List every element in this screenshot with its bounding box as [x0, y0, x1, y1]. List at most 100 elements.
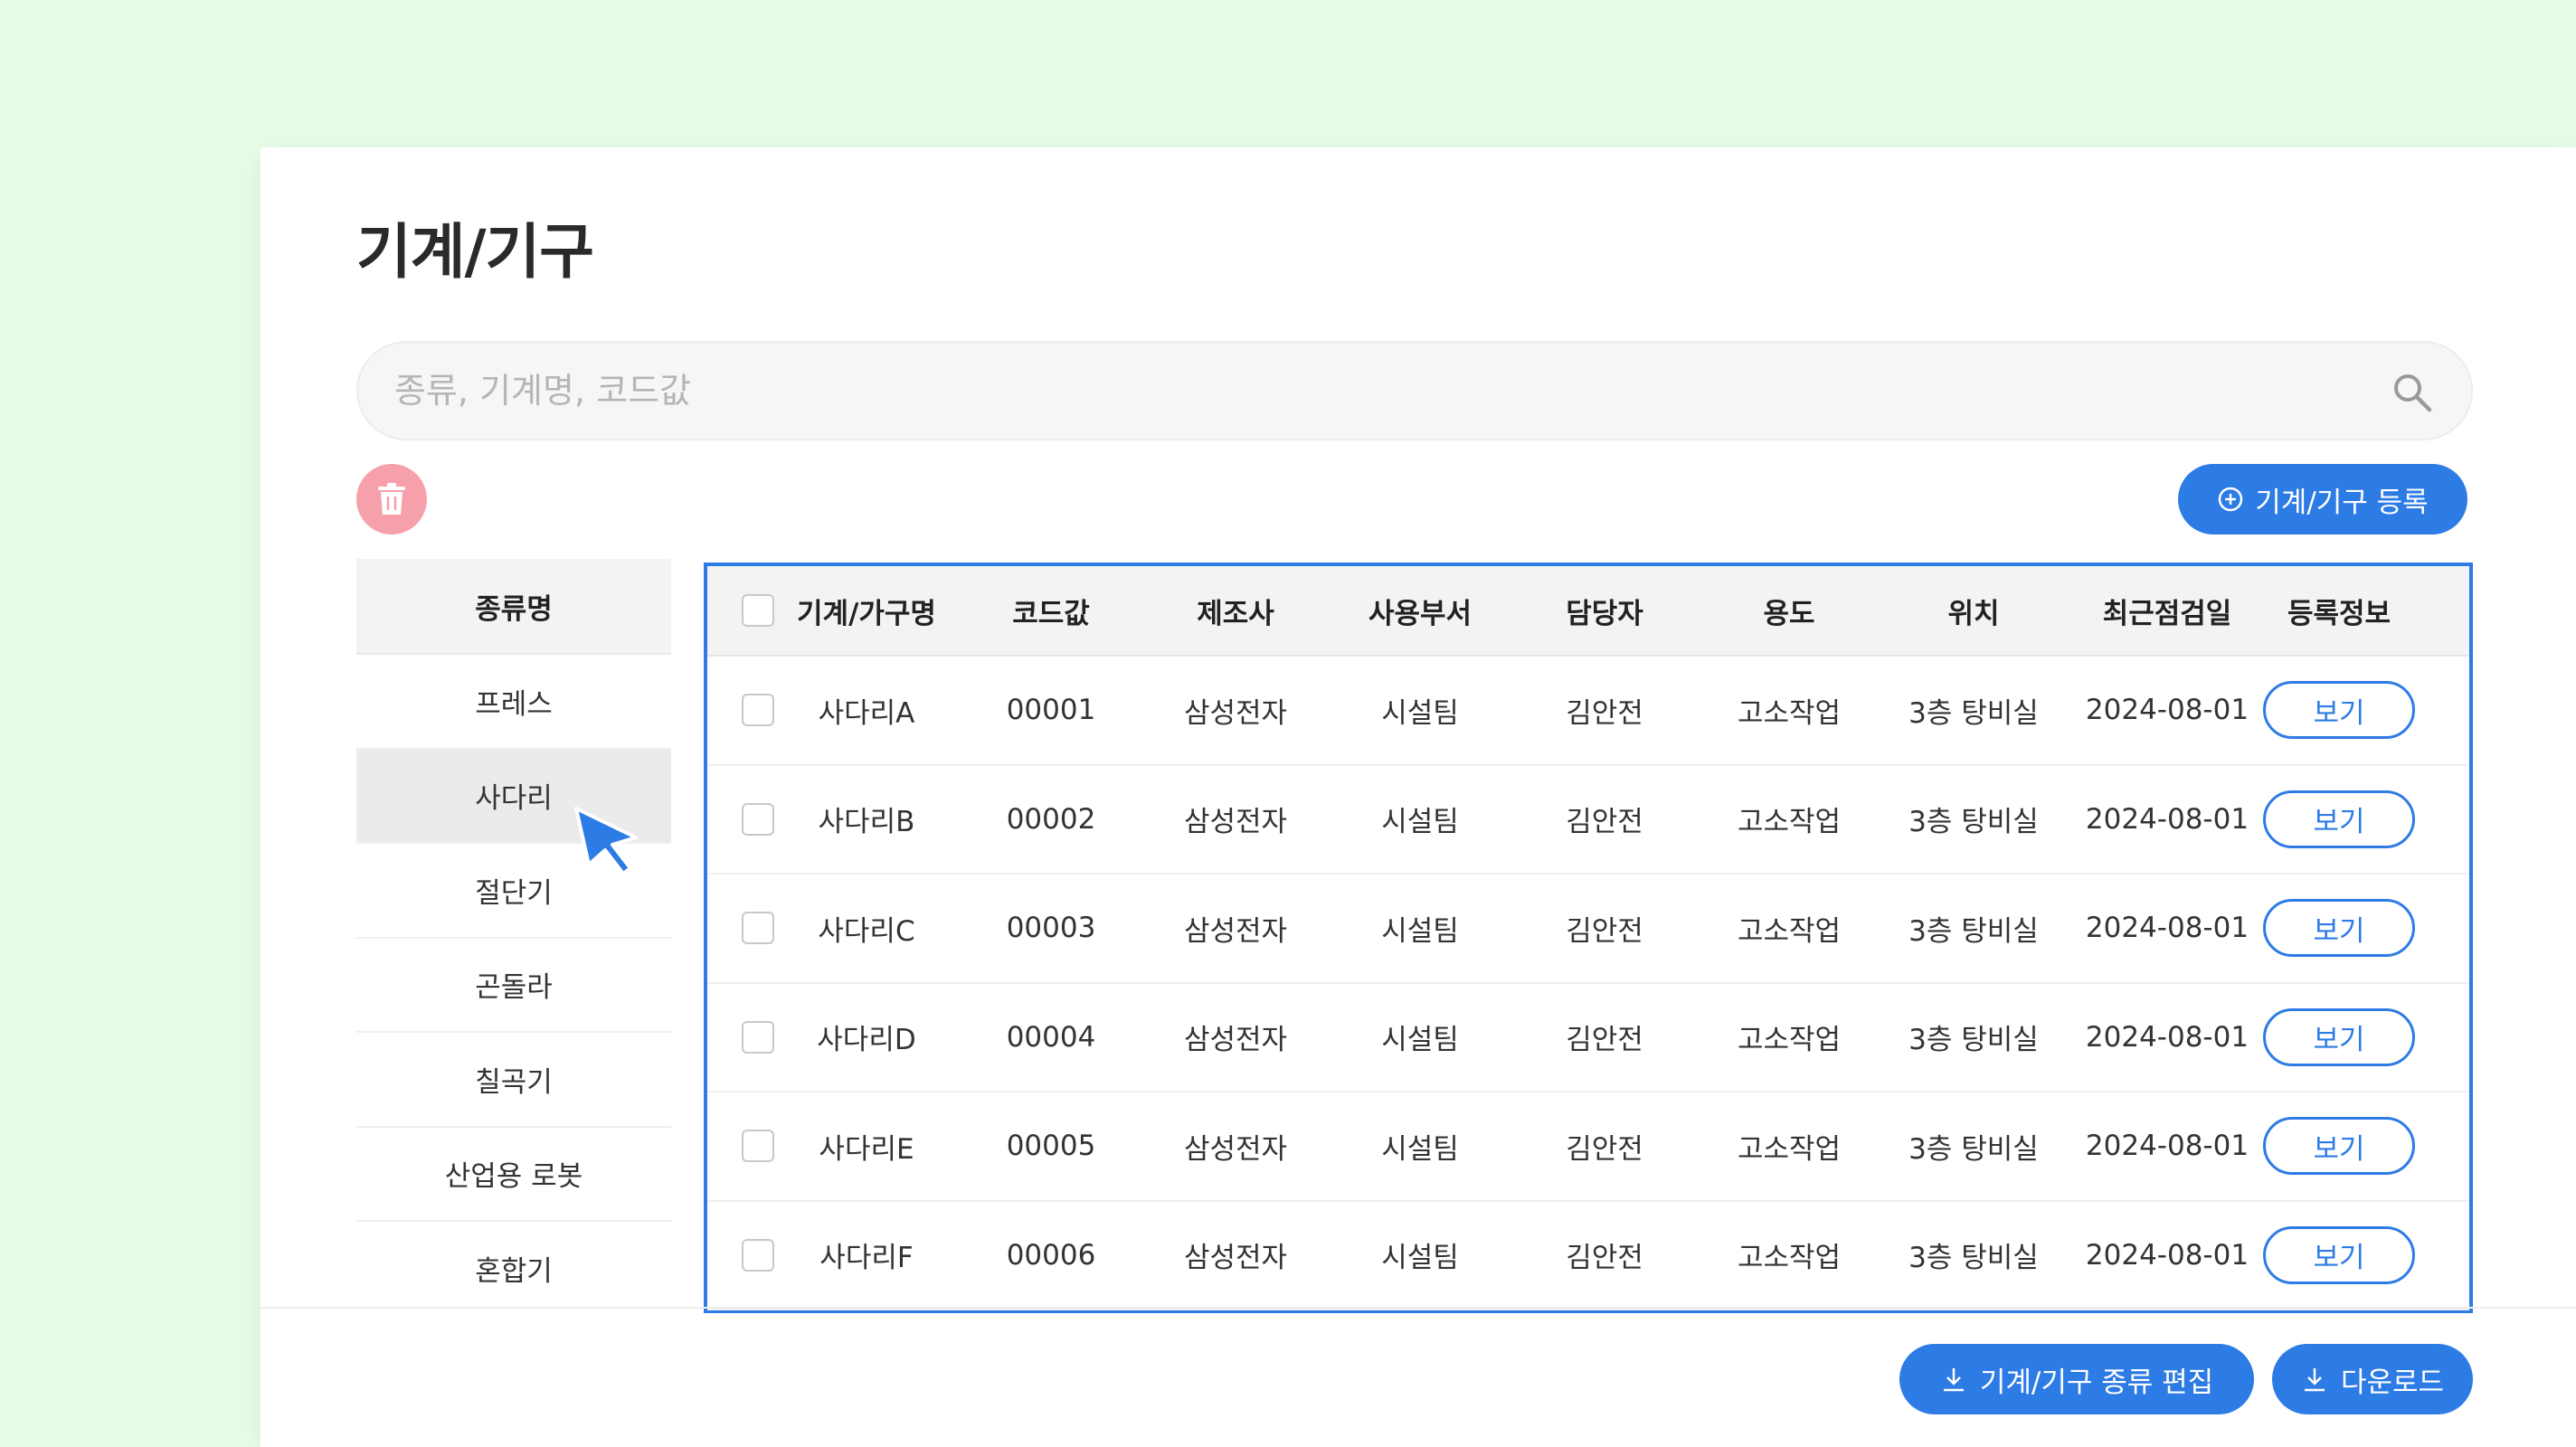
- edit-machine-types-button[interactable]: 기계/기구 종류 편집: [1899, 1344, 2254, 1414]
- cell-location: 3층 탕비실: [1908, 696, 2039, 730]
- plus-circle-icon: [2219, 487, 2243, 512]
- mouse-pointer-icon: [574, 807, 638, 875]
- register-machine-button[interactable]: 기계/기구 등록: [2178, 464, 2467, 534]
- column-header-info: 등록정보: [2287, 597, 2391, 630]
- row-checkbox[interactable]: [742, 1130, 774, 1163]
- view-button[interactable]: 보기: [2263, 790, 2415, 848]
- search-input[interactable]: [394, 343, 2366, 439]
- cell-maker: 삼성전자: [1183, 1242, 1288, 1275]
- cell-last-check: 2024-08-01: [2085, 912, 2249, 945]
- column-header-manager: 담당자: [1566, 597, 1643, 630]
- cell-maker: 삼성전자: [1183, 1132, 1288, 1166]
- table-header-row: 기계/가구명 코드값 제조사 사용부서 담당자 용도 위치 최근점검일 등록정보: [707, 566, 2469, 657]
- cell-action: 보기: [2258, 1202, 2420, 1310]
- cell-name: 사다리D: [817, 1024, 916, 1057]
- cell-manager: 김안전: [1566, 1242, 1643, 1275]
- cell-maker: 삼성전자: [1183, 1024, 1288, 1057]
- cell-location: 3층 탕비실: [1908, 914, 2039, 948]
- cell-code: 00004: [1006, 1020, 1096, 1054]
- view-button[interactable]: 보기: [2263, 1007, 2415, 1066]
- category-item[interactable]: 칠곡기: [356, 1033, 671, 1128]
- cell-last-check: 2024-08-01: [2085, 1130, 2249, 1163]
- cell-last-check: 2024-08-01: [2085, 1238, 2249, 1272]
- cell-name: 사다리C: [818, 914, 915, 948]
- cell-dept: 시설팀: [1381, 1024, 1459, 1057]
- cell-usage: 고소작업: [1737, 806, 1842, 839]
- page-title: 기계/기구: [356, 217, 594, 287]
- row-checkbox[interactable]: [742, 1020, 774, 1054]
- machine-table: 기계/가구명 코드값 제조사 사용부서 담당자 용도 위치 최근점검일 등록정보…: [704, 563, 2473, 1313]
- column-header-last-check: 최근점검일: [2102, 597, 2232, 630]
- column-header-location: 위치: [1947, 597, 2000, 630]
- cell-name: 사다리A: [818, 696, 915, 730]
- cell-dept: 시설팀: [1381, 914, 1459, 948]
- cell-manager: 김안전: [1566, 806, 1643, 839]
- edit-types-label: 기계/기구 종류 편집: [1979, 1366, 2214, 1399]
- category-item[interactable]: 프레스: [356, 655, 671, 750]
- cell-location: 3층 탕비실: [1908, 806, 2039, 839]
- cell-usage: 고소작업: [1737, 914, 1842, 948]
- cell-last-check: 2024-08-01: [2085, 694, 2249, 727]
- cell-location: 3층 탕비실: [1908, 1132, 2039, 1166]
- table-row: 사다리F 00006 삼성전자 시설팀 김안전 고소작업 3층 탕비실 2024-08-01 보…: [707, 1202, 2469, 1310]
- cell-usage: 고소작업: [1737, 1132, 1842, 1166]
- delete-button[interactable]: [356, 464, 427, 534]
- row-checkbox[interactable]: [742, 912, 774, 945]
- cell-maker: 삼성전자: [1183, 696, 1288, 730]
- download-button[interactable]: 다운로드: [2272, 1344, 2473, 1414]
- view-button[interactable]: 보기: [2263, 899, 2415, 958]
- category-item[interactable]: 혼합기: [356, 1222, 671, 1296]
- column-header-dept: 사용부서: [1368, 597, 1473, 630]
- column-header-usage: 용도: [1763, 597, 1815, 630]
- cell-action: 보기: [2258, 1092, 2420, 1200]
- cell-code: 00005: [1006, 1130, 1096, 1163]
- cell-dept: 시설팀: [1381, 806, 1459, 839]
- column-header-code: 코드값: [1012, 597, 1090, 630]
- cell-dept: 시설팀: [1381, 1132, 1459, 1166]
- cell-maker: 삼성전자: [1183, 914, 1288, 948]
- cell-manager: 김안전: [1566, 1132, 1643, 1166]
- category-item[interactable]: 산업용 로봇: [356, 1128, 671, 1222]
- cell-action: 보기: [2258, 984, 2420, 1092]
- trash-icon: [378, 483, 405, 515]
- search-bar: [356, 341, 2473, 440]
- cell-manager: 김안전: [1566, 914, 1643, 948]
- row-checkbox[interactable]: [742, 802, 774, 836]
- cell-code: 00001: [1006, 694, 1096, 727]
- cell-manager: 김안전: [1566, 696, 1643, 730]
- cell-manager: 김안전: [1566, 1024, 1643, 1057]
- cell-maker: 삼성전자: [1183, 806, 1288, 839]
- cell-location: 3층 탕비실: [1908, 1242, 2039, 1275]
- cell-last-check: 2024-08-01: [2085, 1020, 2249, 1054]
- view-button[interactable]: 보기: [2263, 681, 2415, 740]
- table-row: 사다리C 00003 삼성전자 시설팀 김안전 고소작업 3층 탕비실 2024-08-01 보…: [707, 875, 2469, 984]
- register-button-label: 기계/기구 등록: [2255, 486, 2429, 519]
- view-button[interactable]: 보기: [2263, 1225, 2415, 1284]
- view-button[interactable]: 보기: [2263, 1117, 2415, 1176]
- footer-divider: [260, 1307, 2576, 1309]
- cell-location: 3층 탕비실: [1908, 1024, 2039, 1057]
- download-icon: [1943, 1368, 1964, 1392]
- cell-usage: 고소작업: [1737, 696, 1842, 730]
- cell-code: 00003: [1006, 912, 1096, 945]
- cell-name: 사다리B: [818, 806, 915, 839]
- column-header-name: 기계/가구명: [797, 597, 936, 630]
- cell-dept: 시설팀: [1381, 696, 1459, 730]
- cell-code: 00006: [1006, 1238, 1096, 1272]
- row-checkbox[interactable]: [742, 1238, 774, 1272]
- category-item[interactable]: 곤돌라: [356, 939, 671, 1033]
- table-row: 사다리D 00004 삼성전자 시설팀 김안전 고소작업 3층 탕비실 2024-08-01 보…: [707, 984, 2469, 1092]
- cell-action: 보기: [2258, 766, 2420, 874]
- category-header: 종류명: [356, 559, 671, 655]
- main-panel: 기계/기구 기계/기구 등록 종류명 프레스 사다리 절단기 곤돌라 칠곡기: [260, 147, 2576, 1447]
- cell-dept: 시설팀: [1381, 1242, 1459, 1275]
- download-label: 다운로드: [2340, 1366, 2445, 1399]
- download-icon: [2304, 1368, 2325, 1392]
- row-checkbox[interactable]: [742, 694, 774, 727]
- cell-last-check: 2024-08-01: [2085, 802, 2249, 836]
- select-all-checkbox[interactable]: [742, 594, 774, 627]
- cell-action: 보기: [2258, 875, 2420, 982]
- search-icon[interactable]: [2390, 370, 2435, 415]
- table-row: 사다리A 00001 삼성전자 시설팀 김안전 고소작업 3층 탕비실 2024-08-01 보…: [707, 657, 2469, 766]
- cell-action: 보기: [2258, 657, 2420, 764]
